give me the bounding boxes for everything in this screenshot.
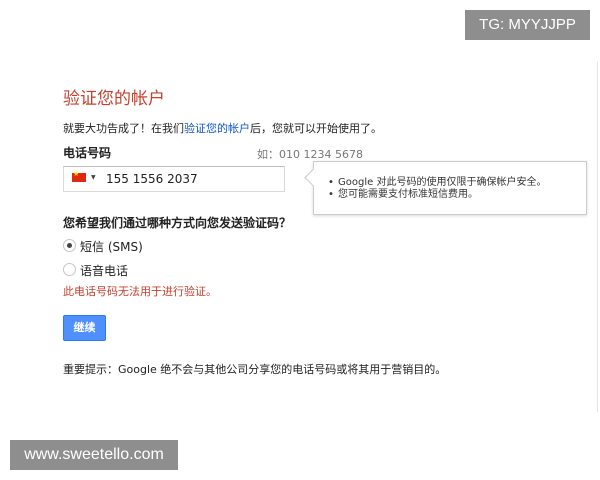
phone-label: 电话号码: [63, 146, 112, 160]
country-dropdown-caret-icon[interactable]: ▼: [91, 174, 96, 181]
tooltip-arrow: [304, 168, 323, 187]
phone-example-hint: 如：010 1234 5678: [257, 148, 363, 161]
page-right-border: [597, 62, 598, 412]
china-flag-icon[interactable]: ★: [72, 170, 86, 182]
page-title: 验证您的帐户: [63, 89, 165, 109]
verify-account-link[interactable]: 验证您的帐户: [184, 122, 250, 135]
radio-sms[interactable]: [63, 239, 76, 252]
intro-text-after: 后，您就可以开始使用了。: [250, 122, 382, 135]
phone-info-tooltip: Google 对此号码的使用仅限于确保帐户安全。 您可能需要支付标准短信费用。: [304, 161, 587, 215]
tooltip-item: Google 对此号码的使用仅限于确保帐户安全。: [328, 177, 546, 189]
flag-star-icon: ★: [73, 170, 80, 178]
radio-voice-label[interactable]: 语音电话: [80, 262, 128, 279]
tooltip-item: 您可能需要支付标准短信费用。: [328, 189, 546, 201]
intro-text-before: 就要大功告成了！在我们: [63, 122, 184, 135]
continue-button[interactable]: 继续: [63, 315, 106, 341]
phone-input-value[interactable]: 155 1556 2037: [106, 172, 198, 186]
verification-method-question: 您希望我们通过哪种方式向您发送验证码？: [63, 216, 292, 230]
privacy-notice: 重要提示：Google 绝不会与其他公司分享您的电话号码或将其用于营销目的。: [63, 363, 447, 376]
watermark-top: TG: MYYJJPP: [465, 10, 590, 40]
tooltip-list: Google 对此号码的使用仅限于确保帐户安全。 您可能需要支付标准短信费用。: [328, 177, 546, 201]
error-message: 此电话号码无法用于进行验证。: [63, 285, 217, 298]
phone-field[interactable]: ★ ▼ 155 1556 2037: [63, 166, 285, 192]
intro-text: 就要大功告成了！在我们验证您的帐户后，您就可以开始使用了。: [63, 120, 382, 136]
radio-sms-label[interactable]: 短信 (SMS): [80, 238, 143, 255]
radio-voice[interactable]: [63, 263, 76, 276]
watermark-bottom: www.sweetello.com: [10, 440, 178, 470]
